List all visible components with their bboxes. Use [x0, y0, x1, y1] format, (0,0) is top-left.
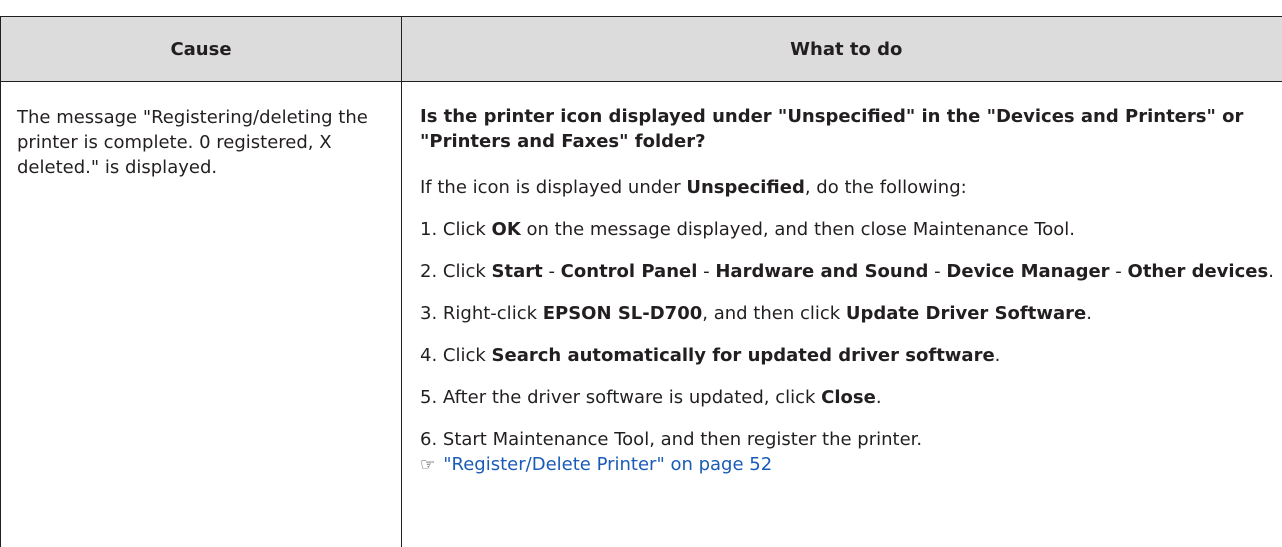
table-row: The message "Registering/deleting the pr…: [1, 82, 1282, 547]
step-2-other-devices: Other devices: [1128, 261, 1269, 282]
cross-reference: ☞ "Register/Delete Printer" on page 52: [420, 452, 1282, 478]
register-delete-printer-link[interactable]: "Register/Delete Printer" on page 52: [443, 454, 772, 475]
step-1-post: on the message displayed, and then close…: [521, 219, 1075, 240]
header-what-to-do: What to do: [402, 17, 1282, 82]
step-1-pre: 1. Click: [420, 219, 492, 240]
intro-text: If the icon is displayed under Unspecifi…: [420, 175, 1282, 200]
cause-text: The message "Registering/deleting the pr…: [1, 82, 401, 180]
step-6: 6. Start Maintenance Tool, and then regi…: [420, 427, 1282, 478]
header-cause: Cause: [1, 17, 402, 82]
step-2-control-panel: Control Panel: [561, 261, 698, 282]
step-5: 5. After the driver software is updated,…: [420, 385, 1282, 410]
intro-unspecified: Unspecified: [686, 177, 805, 198]
step-3-pre: 3. Right-click: [420, 303, 543, 324]
step-6-text: 6. Start Maintenance Tool, and then regi…: [420, 429, 922, 450]
table-header-row: Cause What to do: [1, 17, 1282, 82]
intro-pre: If the icon is displayed under: [420, 177, 686, 198]
step-2-start: Start: [492, 261, 543, 282]
troubleshooting-table-container: Cause What to do The message "Registerin…: [0, 16, 1282, 545]
intro-post: , do the following:: [805, 177, 967, 198]
step-2-sep-2: -: [697, 261, 715, 282]
step-4-post: .: [995, 345, 1001, 366]
step-2-post: .: [1268, 261, 1274, 282]
step-2-pre: 2. Click: [420, 261, 492, 282]
step-5-pre: 5. After the driver software is updated,…: [420, 387, 821, 408]
question-heading: Is the printer icon displayed under "Uns…: [420, 104, 1280, 154]
step-3-mid: , and then click: [702, 303, 846, 324]
step-2-hardware: Hardware and Sound: [715, 261, 928, 282]
step-4-search: Search automatically for updated driver …: [492, 345, 995, 366]
what-to-do-cell: Is the printer icon displayed under "Uns…: [402, 82, 1282, 547]
troubleshooting-table: Cause What to do The message "Registerin…: [0, 16, 1282, 547]
step-3-post: .: [1086, 303, 1092, 324]
step-2-device-manager: Device Manager: [946, 261, 1109, 282]
step-3-model: EPSON SL-D700: [543, 303, 703, 324]
step-3-update: Update Driver Software: [846, 303, 1086, 324]
step-2-sep-3: -: [928, 261, 946, 282]
step-1-ok: OK: [492, 219, 521, 240]
step-4: 4. Click Search automatically for update…: [420, 343, 1282, 368]
pointing-hand-icon: ☞: [420, 453, 435, 478]
step-2: 2. Click Start - Control Panel - Hardwar…: [420, 259, 1282, 284]
step-5-close: Close: [821, 387, 876, 408]
step-1: 1. Click OK on the message displayed, an…: [420, 217, 1282, 242]
step-2-sep-1: -: [543, 261, 561, 282]
step-5-post: .: [876, 387, 882, 408]
cause-cell: The message "Registering/deleting the pr…: [1, 82, 402, 547]
step-2-sep-4: -: [1110, 261, 1128, 282]
step-3: 3. Right-click EPSON SL-D700, and then c…: [420, 301, 1282, 326]
what-to-do-content: Is the printer icon displayed under "Uns…: [402, 82, 1282, 478]
step-4-pre: 4. Click: [420, 345, 492, 366]
